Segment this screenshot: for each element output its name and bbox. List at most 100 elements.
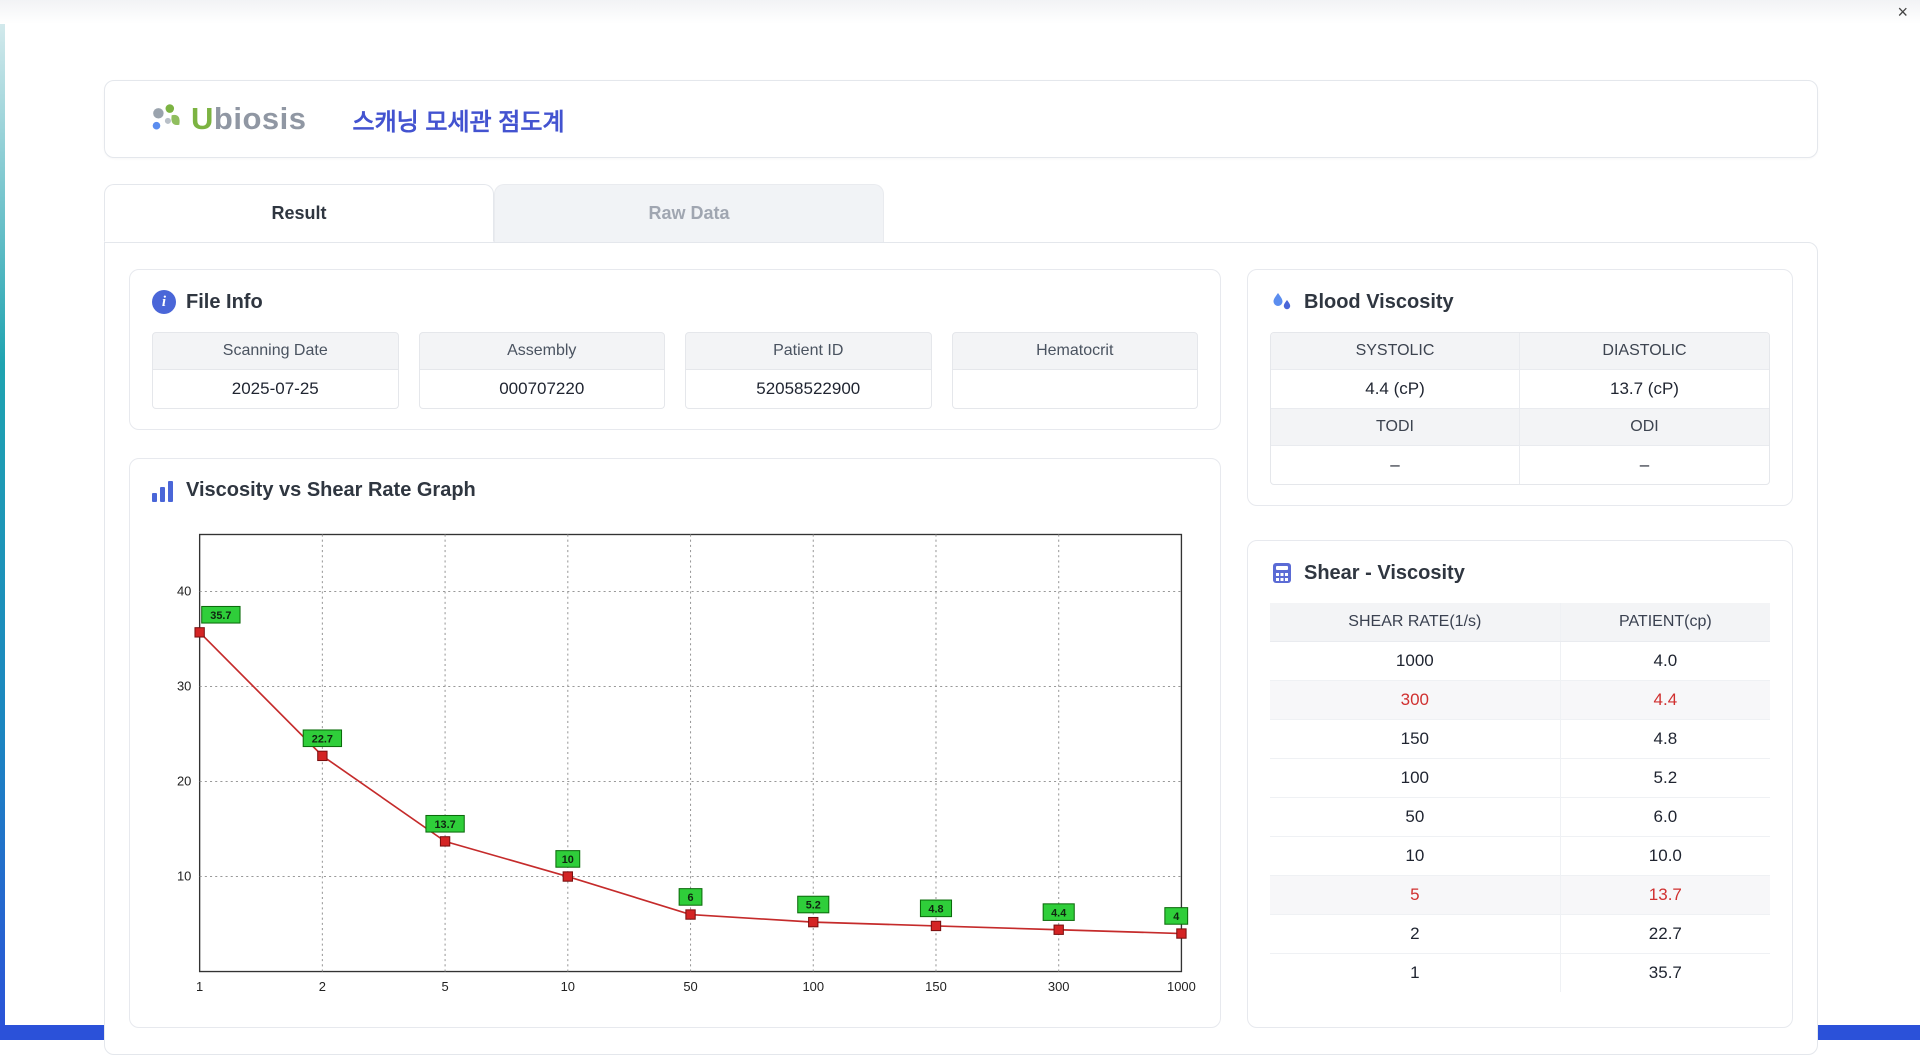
- blood-viscosity-card: Blood Viscosity SYSTOLIC DIASTOLIC 4.4 (…: [1247, 269, 1793, 506]
- logo-text-u: U: [191, 101, 214, 136]
- table-header-row: SHEAR RATE(1/s) PATIENT(cp): [1270, 603, 1770, 642]
- table-row: 300 4.4: [1270, 680, 1770, 720]
- bv-label-systolic: SYSTOLIC: [1271, 333, 1520, 370]
- bv-label-diastolic: DIASTOLIC: [1520, 333, 1769, 370]
- file-info-fields: Scanning Date 2025-07-25 Assembly 000707…: [152, 332, 1198, 409]
- table-cell: 4.0: [1560, 641, 1770, 681]
- table-cell: 10: [1270, 836, 1561, 876]
- shear-viscosity-card: Shear - Viscosity SHEAR RATE(1/s) PATIEN…: [1247, 540, 1793, 1028]
- shear-table-body: 1000 4.0 300 4.4 150 4.8 100 5.2 50 6.0 10 10.0 5 13.…: [1270, 641, 1770, 992]
- ubiosis-logo: Ubiosis: [147, 100, 306, 138]
- table-row: 100 5.2: [1270, 758, 1770, 798]
- tab-raw-data-label: Raw Data: [648, 203, 730, 223]
- field-value: 52058522900: [685, 370, 932, 409]
- tab-result[interactable]: Result: [104, 184, 494, 242]
- svg-text:5.2: 5.2: [806, 900, 821, 912]
- table-cell: 10.0: [1560, 836, 1770, 876]
- header: Ubiosis 스캐닝 모세관 점도계: [104, 80, 1818, 158]
- svg-text:5: 5: [441, 979, 448, 994]
- table-row: 50 6.0: [1270, 797, 1770, 837]
- blood-viscosity-grid: SYSTOLIC DIASTOLIC 4.4 (cP) 13.7 (cP) TO…: [1270, 332, 1770, 485]
- field-assembly: Assembly 000707220: [418, 332, 665, 409]
- svg-text:4.4: 4.4: [1051, 907, 1066, 919]
- svg-text:10: 10: [562, 854, 574, 866]
- table-cell: 1000: [1270, 641, 1561, 681]
- graph-title: Viscosity vs Shear Rate Graph: [186, 479, 476, 501]
- table-cell: 35.7: [1648, 963, 1682, 982]
- blood-viscosity-title: Blood Viscosity: [1304, 290, 1454, 313]
- svg-text:150: 150: [925, 979, 947, 994]
- column-header-patient: PATIENT(cp): [1560, 603, 1770, 642]
- bv-label-todi: TODI: [1271, 409, 1520, 446]
- table-cell: 300: [1270, 680, 1561, 720]
- table-cell: 50: [1270, 797, 1561, 837]
- field-patient-id: Patient ID 52058522900: [685, 332, 932, 409]
- blood-viscosity-title-row: Blood Viscosity: [1270, 290, 1770, 314]
- window-left-edge: [0, 0, 5, 1040]
- svg-text:10: 10: [177, 869, 191, 884]
- svg-text:100: 100: [802, 979, 824, 994]
- bv-value-todi: –: [1271, 446, 1520, 484]
- field-label: Assembly: [418, 332, 665, 370]
- field-value: 000707220: [418, 370, 665, 409]
- field-value: 2025-07-25: [152, 370, 399, 409]
- chart-area: 10 20 30 40 1 2 5 10 50 100 150 300 1000 35.7 22.7 13.7…: [152, 520, 1198, 1007]
- bar-chart-icon: [152, 480, 176, 502]
- calculator-icon: [1273, 563, 1291, 583]
- info-icon: i: [152, 290, 176, 314]
- window-top-edge: [0, 0, 1920, 24]
- svg-text:4: 4: [1173, 911, 1179, 923]
- svg-text:2: 2: [319, 979, 326, 994]
- bv-value-odi: –: [1639, 455, 1650, 474]
- svg-text:10: 10: [561, 979, 575, 994]
- table-row: 10 10.0: [1270, 836, 1770, 876]
- table-row: 2 22.7: [1270, 914, 1770, 954]
- logo-dots-icon: [152, 104, 180, 130]
- svg-text:35.7: 35.7: [210, 610, 231, 622]
- table-row: 1000 4.0: [1270, 641, 1770, 681]
- field-value: [951, 370, 1198, 409]
- shear-viscosity-table: SHEAR RATE(1/s) PATIENT(cp) 1000 4.0 300 4.…: [1270, 603, 1770, 992]
- graph-title-row: Viscosity vs Shear Rate Graph: [152, 479, 1198, 502]
- svg-text:1: 1: [196, 979, 203, 994]
- field-hematocrit: Hematocrit: [951, 332, 1198, 409]
- svg-text:1000: 1000: [1167, 979, 1196, 994]
- right-column: Blood Viscosity SYSTOLIC DIASTOLIC 4.4 (…: [1247, 269, 1793, 1028]
- table-row: 5 13.7: [1270, 875, 1770, 915]
- graph-card: Viscosity vs Shear Rate Graph 10 20 30 40 1 2…: [129, 458, 1221, 1028]
- table-cell: 4.8: [1560, 719, 1770, 759]
- logo-text: Ubiosis: [191, 101, 306, 137]
- table-cell: 150: [1270, 719, 1561, 759]
- page-title: 스캐닝 모세관 점도계: [352, 108, 565, 136]
- svg-text:30: 30: [177, 679, 191, 694]
- svg-text:4.8: 4.8: [928, 903, 943, 915]
- file-info-title: File Info: [186, 290, 263, 313]
- table-cell: 2: [1270, 914, 1561, 954]
- svg-text:13.7: 13.7: [435, 819, 456, 831]
- tab-raw-data[interactable]: Raw Data: [494, 184, 884, 242]
- tab-bar: Result Raw Data: [104, 184, 1818, 242]
- svg-text:50: 50: [683, 979, 697, 994]
- table-cell: 5: [1270, 875, 1561, 915]
- result-panel: i File Info Scanning Date 2025-07-25 Ass…: [104, 242, 1818, 1055]
- table-cell: 4.4: [1560, 680, 1770, 720]
- svg-text:40: 40: [177, 584, 191, 599]
- file-info-card: i File Info Scanning Date 2025-07-25 Ass…: [129, 269, 1221, 430]
- app-root: Ubiosis 스캐닝 모세관 점도계 Result Raw Data i Fi…: [104, 80, 1818, 1055]
- left-column: i File Info Scanning Date 2025-07-25 Ass…: [129, 269, 1221, 1028]
- file-info-title-row: i File Info: [152, 290, 1198, 314]
- field-label: Scanning Date: [152, 332, 399, 370]
- field-scanning-date: Scanning Date 2025-07-25: [152, 332, 399, 409]
- shear-viscosity-title-row: Shear - Viscosity: [1270, 561, 1770, 585]
- bv-value-systolic: 4.4 (cP): [1271, 370, 1520, 409]
- table-row: 1 35.7: [1270, 953, 1770, 992]
- svg-text:300: 300: [1048, 979, 1070, 994]
- bv-label-odi: ODI: [1520, 409, 1769, 446]
- field-label: Hematocrit: [951, 332, 1198, 370]
- close-icon[interactable]: ×: [1897, 2, 1908, 22]
- bv-value-diastolic: 13.7 (cP): [1520, 370, 1769, 409]
- column-header-shear-rate: SHEAR RATE(1/s): [1270, 603, 1561, 642]
- svg-text:6: 6: [688, 892, 694, 904]
- logo-text-rest: biosis: [213, 101, 307, 136]
- shear-viscosity-title: Shear - Viscosity: [1304, 561, 1465, 584]
